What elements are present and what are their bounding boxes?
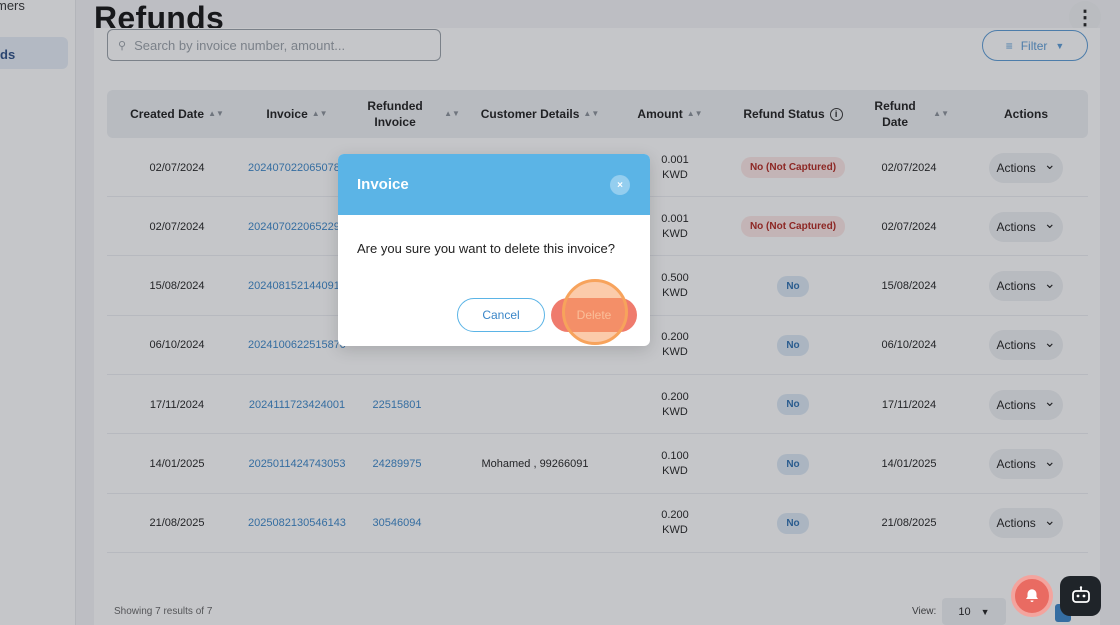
dialog-header: Invoice ×: [338, 154, 650, 215]
click-indicator: [562, 279, 628, 345]
close-icon: ×: [617, 179, 623, 191]
cancel-button[interactable]: Cancel: [457, 298, 545, 332]
chat-bot-icon: [1071, 586, 1090, 603]
dialog-message: Are you sure you want to delete this inv…: [357, 241, 615, 256]
chat-bot-button[interactable]: [1060, 576, 1101, 616]
bell-icon: [1026, 589, 1038, 602]
dialog-title: Invoice: [357, 176, 409, 193]
notification-button[interactable]: [1011, 575, 1053, 617]
close-button[interactable]: ×: [610, 175, 630, 195]
